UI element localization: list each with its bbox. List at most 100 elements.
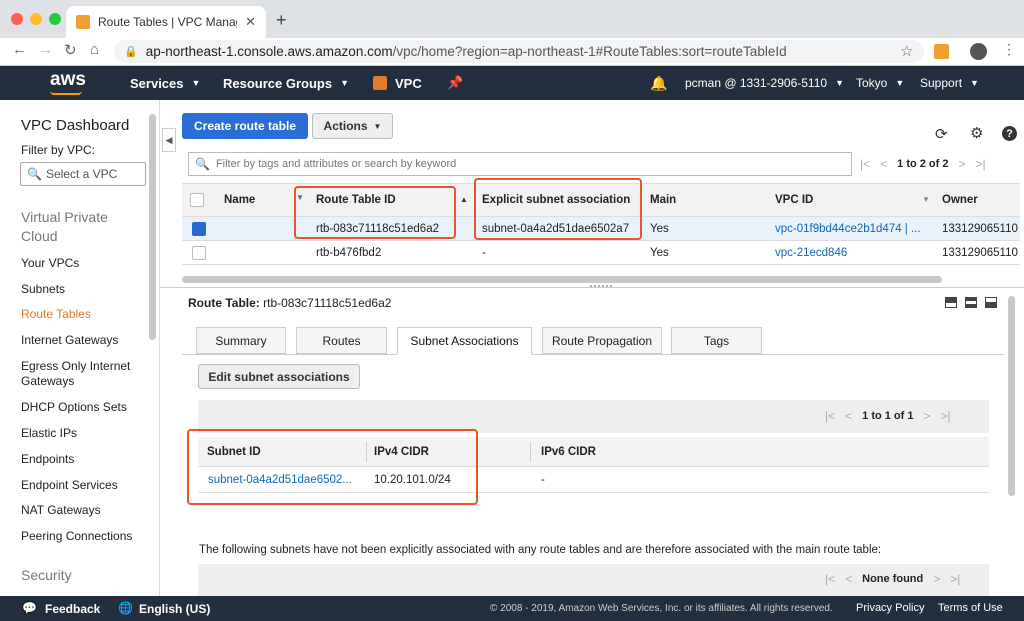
sidebar-item-route-tables[interactable]: Route Tables	[21, 307, 91, 321]
collapse-sidebar-icon[interactable]: ◀	[162, 128, 176, 152]
layout-full-icon[interactable]	[985, 297, 997, 308]
vpc-shortcut[interactable]: VPC	[373, 66, 422, 100]
last-page-icon[interactable]: >|	[976, 157, 986, 171]
next-page-icon[interactable]: >	[933, 572, 940, 586]
first-page-icon[interactable]: |<	[825, 409, 835, 423]
sidebar-item-endpoints[interactable]: Endpoints	[21, 452, 74, 466]
vpc-filter-select[interactable]: 🔍 Select a VPC	[20, 162, 146, 186]
layout-center-icon[interactable]	[965, 297, 977, 308]
row-checkbox[interactable]	[192, 246, 206, 260]
col-ipv6-cidr[interactable]: IPv6 CIDR	[541, 437, 596, 467]
table-row[interactable]	[182, 241, 1020, 265]
home-icon[interactable]: ⌂	[90, 41, 99, 58]
address-bar[interactable]: 🔒 ap-northeast-1.console.aws.amazon.com /…	[114, 40, 924, 63]
first-page-icon[interactable]: |<	[825, 572, 835, 586]
browser-toolbar: ← → ↻ ⌂ 🔒 ap-northeast-1.console.aws.ama…	[0, 38, 1024, 66]
sidebar-item-nat-gateways[interactable]: NAT Gateways	[21, 503, 101, 517]
services-menu[interactable]: Services ▼	[130, 66, 200, 100]
sidebar-item-elastic-ips[interactable]: Elastic IPs	[21, 426, 77, 440]
layout-split-icon[interactable]	[945, 297, 957, 308]
search-icon: 🔍	[27, 167, 42, 181]
col-vpc-id[interactable]: VPC ID	[775, 184, 813, 216]
chevron-down-icon: ▼	[835, 78, 844, 88]
col-owner[interactable]: Owner	[942, 184, 978, 216]
row-main: Yes	[650, 223, 669, 235]
window-minimize-button[interactable]	[30, 13, 42, 25]
unassociated-pager-range: None found	[862, 573, 924, 585]
edit-subnet-associations-button[interactable]: Edit subnet associations	[198, 364, 360, 389]
last-page-icon[interactable]: >|	[941, 409, 951, 423]
next-page-icon[interactable]: >	[958, 157, 965, 171]
col-name[interactable]: Name	[224, 184, 255, 216]
col-main[interactable]: Main	[650, 184, 676, 216]
sidebar-item-dhcp[interactable]: DHCP Options Sets	[21, 400, 127, 414]
window-close-button[interactable]	[11, 13, 23, 25]
select-all-checkbox[interactable]	[190, 193, 204, 207]
bookmark-star-icon[interactable]: ☆	[900, 42, 913, 60]
sidebar-scrollbar[interactable]	[149, 114, 156, 340]
back-icon[interactable]: ←	[12, 41, 27, 58]
prev-page-icon[interactable]: <	[880, 157, 887, 171]
tab-summary[interactable]: Summary	[196, 327, 286, 354]
unassociated-pager: |< < None found > >|	[825, 572, 960, 586]
pin-icon[interactable]: 📌	[447, 66, 463, 100]
support-menu[interactable]: Support ▼	[920, 66, 979, 100]
sort-asc-icon[interactable]: ▲	[460, 195, 468, 204]
row-owner: 133129065110	[942, 223, 1018, 235]
region-menu[interactable]: Tokyo ▼	[856, 66, 904, 100]
last-page-icon[interactable]: >|	[950, 572, 960, 586]
actions-button[interactable]: Actions ▼	[312, 113, 393, 139]
sidebar-item-internet-gateways[interactable]: Internet Gateways	[21, 333, 118, 347]
prev-page-icon[interactable]: <	[845, 572, 852, 586]
console-footer: 💬 Feedback 🌐 English (US) © 2008 - 2019,…	[0, 596, 1024, 621]
feedback-icon: 💬	[22, 601, 37, 615]
sort-caret-icon[interactable]: ▼	[922, 195, 930, 204]
extension-icon[interactable]	[934, 44, 949, 59]
browser-tabstrip: Route Tables | VPC Manageme ✕ +	[0, 0, 1024, 38]
resource-groups-menu[interactable]: Resource Groups ▼	[223, 66, 349, 100]
prev-page-icon[interactable]: <	[845, 409, 852, 423]
tab-routes[interactable]: Routes	[296, 327, 387, 354]
search-input[interactable]: 🔍 Filter by tags and attributes or searc…	[188, 152, 852, 176]
sidebar-item-egress-gateways[interactable]: Egress Only Internet Gateways	[21, 359, 136, 389]
sidebar-item-peering[interactable]: Peering Connections	[21, 529, 132, 543]
forward-icon[interactable]: →	[38, 41, 53, 58]
tab-tags[interactable]: Tags	[671, 327, 762, 354]
reload-icon[interactable]: ↻	[64, 41, 77, 59]
row-checkbox[interactable]	[192, 222, 206, 236]
window-maximize-button[interactable]	[49, 13, 61, 25]
feedback-link[interactable]: Feedback	[45, 602, 100, 616]
first-page-icon[interactable]: |<	[860, 157, 870, 171]
detail-scrollbar[interactable]	[1008, 296, 1015, 496]
profile-avatar[interactable]	[970, 43, 987, 60]
terms-of-use-link[interactable]: Terms of Use	[938, 602, 1003, 614]
subnet-pager: |< < 1 to 1 of 1 > >|	[825, 409, 951, 423]
new-tab-icon[interactable]: +	[276, 10, 287, 31]
chevron-down-icon: ▼	[191, 78, 201, 88]
account-menu[interactable]: pcman @ 1331-2906-5110 ▼	[685, 66, 844, 100]
sidebar-item-endpoint-services[interactable]: Endpoint Services	[21, 478, 118, 492]
gear-icon[interactable]: ⚙	[970, 124, 983, 142]
tab-route-propagation[interactable]: Route Propagation	[542, 327, 662, 354]
privacy-policy-link[interactable]: Privacy Policy	[856, 602, 924, 614]
tab-subnet-associations[interactable]: Subnet Associations	[397, 327, 532, 355]
next-page-icon[interactable]: >	[923, 409, 930, 423]
sidebar-title[interactable]: VPC Dashboard	[21, 117, 129, 134]
aws-logo[interactable]: aws	[50, 69, 86, 91]
sidebar-item-subnets[interactable]: Subnets	[21, 282, 65, 296]
sidebar-item-your-vpcs[interactable]: Your VPCs	[21, 256, 79, 270]
table-horizontal-scrollbar[interactable]	[182, 276, 942, 283]
sidebar-section-security: Security	[21, 567, 72, 583]
bell-icon[interactable]: 🔔	[650, 66, 667, 100]
drag-handle-icon[interactable]	[590, 285, 612, 289]
browser-tab-title: Route Tables | VPC Manageme	[98, 15, 237, 29]
browser-menu-icon[interactable]: ⋮	[1002, 41, 1016, 58]
close-tab-icon[interactable]: ✕	[245, 14, 256, 30]
row-vpc-link[interactable]: vpc-21ecd846	[775, 241, 847, 265]
help-icon[interactable]: ?	[1002, 126, 1017, 141]
row-vpc-link[interactable]: vpc-01f9bd44ce2b1d474 | ...	[775, 217, 925, 241]
create-route-table-button[interactable]: Create route table	[182, 113, 308, 139]
refresh-icon[interactable]: ⟳	[935, 125, 948, 143]
language-selector[interactable]: English (US)	[139, 602, 210, 616]
browser-tab[interactable]: Route Tables | VPC Manageme ✕	[66, 6, 266, 38]
